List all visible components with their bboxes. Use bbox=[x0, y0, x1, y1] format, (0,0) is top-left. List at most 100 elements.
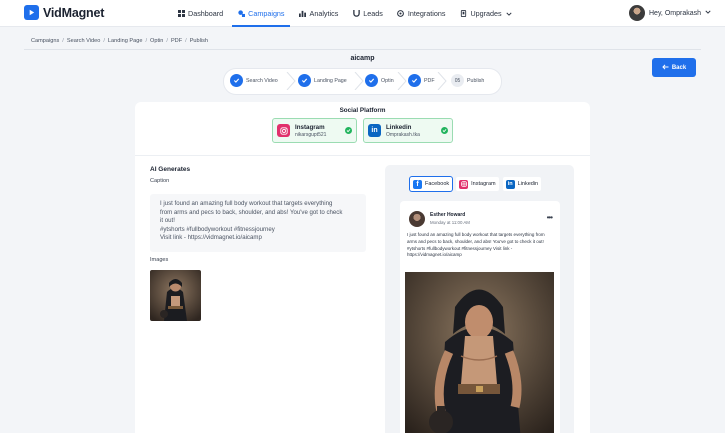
nav-label: Analytics bbox=[309, 9, 339, 18]
account-handle: nikarsgupt521 bbox=[295, 131, 327, 138]
step-chevron-icon bbox=[397, 72, 407, 90]
breadcrumb-separator: / bbox=[185, 38, 187, 44]
step-number: 05 bbox=[451, 74, 464, 87]
nav-campaigns[interactable]: Campaigns bbox=[230, 0, 291, 27]
nav-analytics[interactable]: Analytics bbox=[292, 0, 346, 27]
app-logo[interactable]: VidMagnet bbox=[24, 5, 104, 20]
step-chevron-icon bbox=[354, 72, 364, 90]
caption-line: from arms and pecs to back, shoulder, an… bbox=[160, 208, 343, 216]
logo-icon bbox=[24, 5, 39, 20]
caption-line: #ytshorts #fullbodyworkout #fitnessjourn… bbox=[160, 225, 275, 233]
caption-label: Caption bbox=[150, 178, 170, 184]
preview-tabs: f Facebook Instagram in Linkedin bbox=[410, 177, 542, 191]
check-icon bbox=[230, 74, 243, 87]
post-text: I just found an amazing full body workou… bbox=[407, 232, 545, 258]
divider bbox=[24, 49, 701, 50]
linkedin-icon: in bbox=[505, 179, 515, 189]
account-name: Linkedin bbox=[386, 123, 412, 131]
facebook-post-preview: Esther Howard Monday at 11:00 AM ••• I j… bbox=[400, 201, 560, 433]
nav-label: Upgrades bbox=[470, 9, 502, 18]
check-icon bbox=[365, 74, 378, 87]
check-circle-icon bbox=[441, 127, 448, 134]
post-author: Esther Howard bbox=[430, 212, 466, 218]
breadcrumb-item[interactable]: Landing Page bbox=[108, 38, 143, 44]
step-landing-page[interactable]: Landing Page bbox=[298, 74, 347, 87]
instagram-icon bbox=[277, 124, 290, 137]
main-nav: Dashboard Campaigns Analytics Leads Inte… bbox=[170, 0, 520, 27]
breadcrumb-item[interactable]: Search Video bbox=[67, 38, 100, 44]
tab-label: Linkedin bbox=[517, 181, 539, 187]
nav-label: Leads bbox=[363, 9, 383, 18]
nav-label: Integrations bbox=[407, 9, 446, 18]
ai-generates-title: AI Generates bbox=[150, 166, 191, 173]
breadcrumb-item[interactable]: Optin bbox=[150, 38, 163, 44]
step-optin[interactable]: Optin bbox=[365, 74, 394, 87]
caption-textarea[interactable]: I just found an amazing full body workou… bbox=[150, 194, 366, 252]
tab-linkedin[interactable]: in Linkedin bbox=[502, 177, 542, 191]
top-navbar: VidMagnet Dashboard Campaigns Analytics … bbox=[0, 0, 725, 27]
tab-instagram[interactable]: Instagram bbox=[456, 177, 499, 191]
breadcrumb: Campaigns / Search Video / Landing Page / O… bbox=[31, 38, 208, 44]
breadcrumb-item: Publish bbox=[189, 38, 209, 44]
leads-icon bbox=[352, 10, 360, 18]
step-label: PDF bbox=[424, 77, 435, 84]
user-menu[interactable]: Hey, Omprakash bbox=[629, 5, 711, 21]
step-publish[interactable]: 05 Publish bbox=[451, 74, 484, 87]
account-card-instagram[interactable]: Instagram nikarsgupt521 bbox=[272, 118, 357, 143]
dashboard-icon bbox=[177, 10, 185, 18]
avatar bbox=[409, 211, 425, 227]
step-chevron-icon bbox=[437, 72, 447, 90]
page-title: aicamp bbox=[350, 55, 375, 62]
arrow-left-icon bbox=[662, 64, 669, 72]
step-search-video[interactable]: Search Video bbox=[230, 74, 278, 87]
account-card-linkedin[interactable]: in Linkedin Omprakash.tka bbox=[363, 118, 453, 143]
step-chevron-icon bbox=[286, 72, 296, 90]
progress-stepper: Search Video Landing Page Optin PDF 05 P… bbox=[224, 69, 501, 94]
tab-facebook[interactable]: f Facebook bbox=[410, 177, 453, 191]
more-options-icon[interactable]: ••• bbox=[547, 213, 553, 222]
divider bbox=[135, 155, 590, 156]
social-platform-title: Social Platform bbox=[339, 107, 386, 114]
breadcrumb-separator: / bbox=[103, 38, 105, 44]
nav-label: Dashboard bbox=[188, 9, 224, 18]
back-button[interactable]: Back bbox=[652, 58, 696, 77]
integrations-icon bbox=[397, 10, 405, 18]
images-label: Images bbox=[150, 257, 169, 263]
check-icon bbox=[408, 74, 421, 87]
nav-integrations[interactable]: Integrations bbox=[390, 0, 453, 27]
campaigns-icon bbox=[237, 10, 245, 18]
upgrades-icon bbox=[459, 10, 467, 18]
check-circle-icon bbox=[345, 127, 352, 134]
step-label: Publish bbox=[467, 77, 485, 84]
app-name: VidMagnet bbox=[43, 5, 105, 20]
caption-line: it out! bbox=[160, 217, 175, 225]
post-image bbox=[405, 272, 554, 433]
tab-label: Facebook bbox=[425, 181, 450, 187]
avatar bbox=[629, 5, 645, 21]
generated-image-thumbnail[interactable] bbox=[150, 270, 201, 321]
chevron-down-icon bbox=[705, 9, 711, 17]
nav-leads[interactable]: Leads bbox=[345, 0, 390, 27]
breadcrumb-item[interactable]: Campaigns bbox=[31, 38, 59, 44]
caption-line: Visit link - https://vidmagnet.io/aicamp bbox=[160, 234, 262, 242]
account-name: Instagram bbox=[295, 123, 325, 131]
check-icon bbox=[298, 74, 311, 87]
post-preview-panel: f Facebook Instagram in Linkedin Esther … bbox=[385, 165, 574, 433]
account-handle: Omprakash.tka bbox=[386, 131, 420, 138]
step-label: Search Video bbox=[246, 77, 278, 84]
instagram-icon bbox=[459, 179, 469, 189]
step-pdf[interactable]: PDF bbox=[408, 74, 435, 87]
nav-dashboard[interactable]: Dashboard bbox=[170, 0, 230, 27]
facebook-icon: f bbox=[413, 179, 422, 189]
chevron-down-icon bbox=[505, 10, 513, 18]
nav-upgrades[interactable]: Upgrades bbox=[452, 0, 519, 27]
publish-card: Social Platform Instagram nikarsgupt521 … bbox=[135, 102, 590, 433]
nav-label: Campaigns bbox=[248, 9, 285, 18]
tab-label: Instagram bbox=[471, 181, 496, 187]
breadcrumb-separator: / bbox=[166, 38, 168, 44]
caption-line: I just found an amazing full body workou… bbox=[160, 200, 333, 207]
post-time: Monday at 11:00 AM bbox=[430, 220, 470, 225]
step-label: Landing Page bbox=[314, 77, 347, 84]
analytics-icon bbox=[299, 10, 307, 18]
breadcrumb-item[interactable]: PDF bbox=[171, 38, 182, 44]
